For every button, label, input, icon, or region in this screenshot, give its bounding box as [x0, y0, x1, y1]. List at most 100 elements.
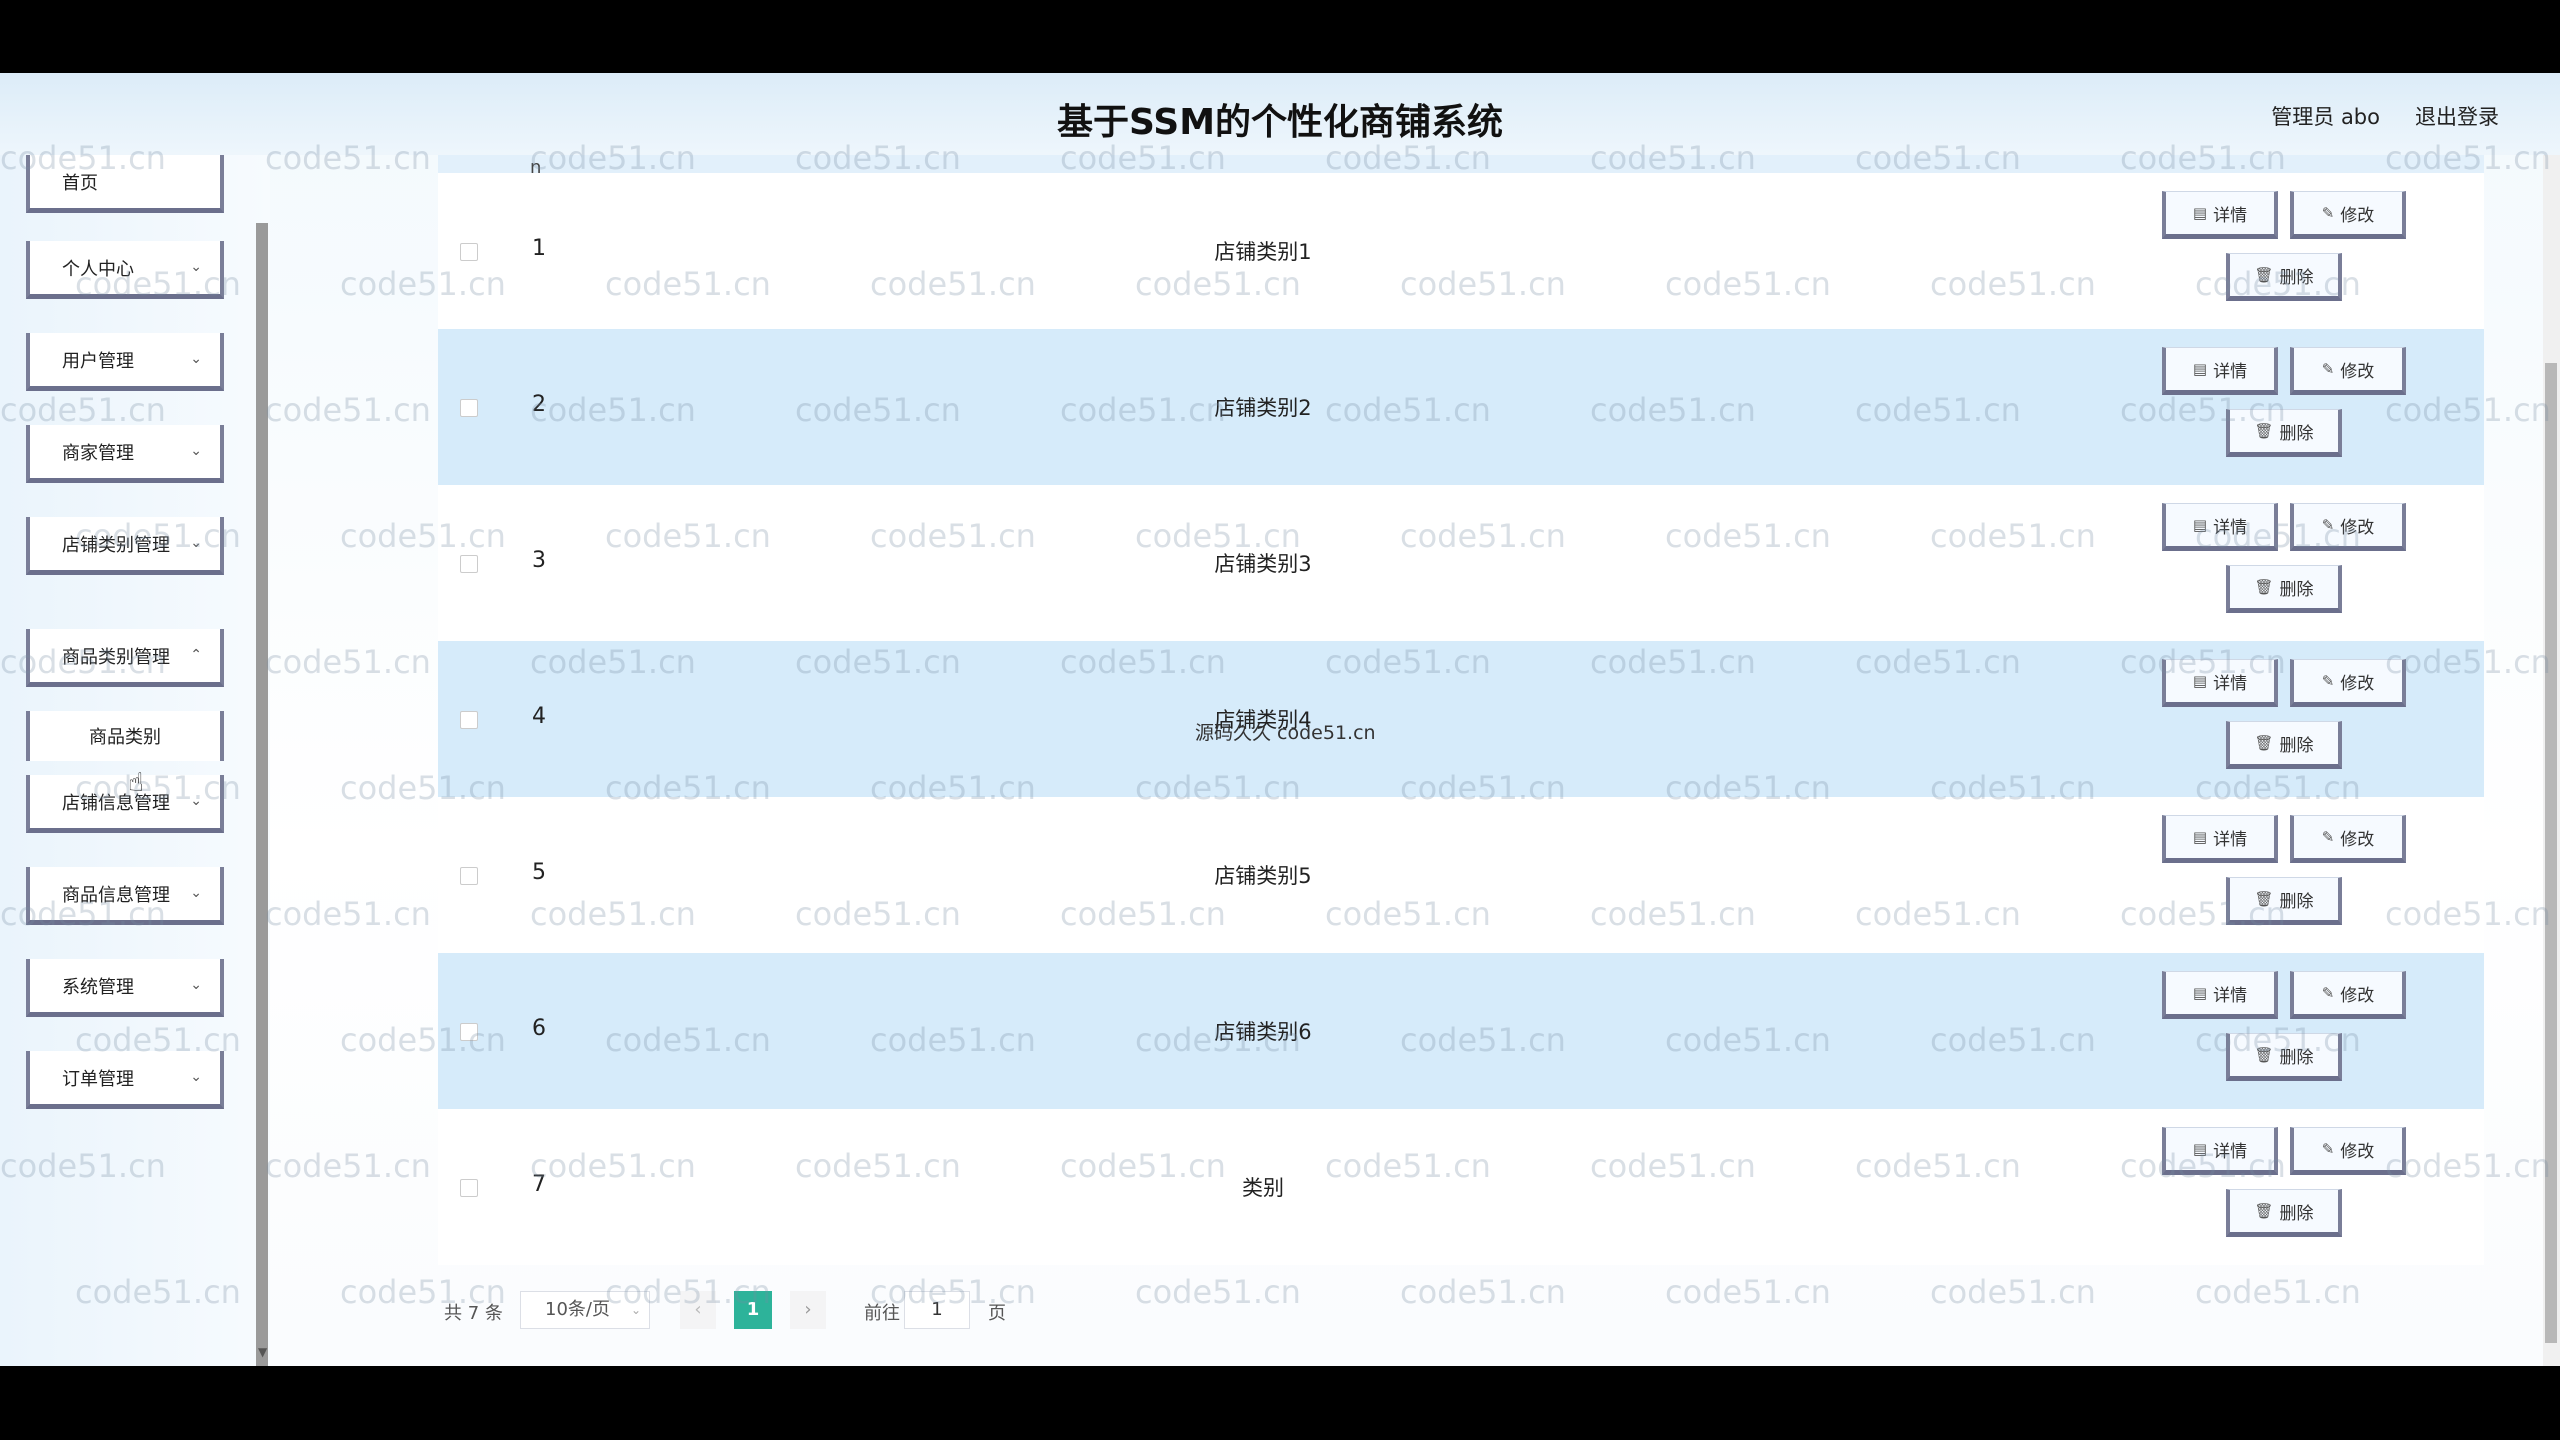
chevron-down-icon: ⌄	[190, 535, 202, 551]
watermark-text: code51.cn	[1665, 1273, 1831, 1311]
row-checkbox[interactable]	[460, 399, 478, 417]
button-label: 详情	[2213, 361, 2248, 382]
table-row: 2 店铺类别2 ▤ 详情 ✎ 修改 🗑 删除	[438, 329, 2484, 485]
page-number-current[interactable]: 1	[734, 1291, 772, 1329]
pencil-icon: ✎	[2321, 204, 2335, 222]
button-label: 详情	[2213, 1141, 2248, 1162]
button-label: 详情	[2213, 985, 2248, 1006]
document-icon: ▤	[2192, 204, 2208, 222]
detail-button[interactable]: ▤ 详情	[2162, 503, 2278, 551]
watermark-text: code51.cn	[1400, 1273, 1566, 1311]
main-scrollbar-thumb[interactable]	[2545, 363, 2557, 1343]
document-icon: ▤	[2192, 516, 2208, 534]
row-checkbox[interactable]	[460, 867, 478, 885]
row-index: 1	[532, 236, 546, 261]
delete-button[interactable]: 🗑 删除	[2226, 253, 2342, 301]
sidebar-item-goods-info[interactable]: 商品信息管理 ⌄	[26, 867, 224, 925]
hand-cursor-icon: ☝	[128, 768, 144, 798]
sidebar-item-orders[interactable]: 订单管理 ⌄	[26, 1051, 224, 1109]
delete-button[interactable]: 🗑 删除	[2226, 1189, 2342, 1237]
pencil-icon: ✎	[2321, 672, 2335, 690]
edit-button[interactable]: ✎ 修改	[2290, 191, 2406, 239]
button-label: 删除	[2279, 735, 2314, 756]
row-checkbox[interactable]	[460, 1023, 478, 1041]
sidebar-item-shop-info[interactable]: 店铺信息管理 ⌄	[26, 775, 224, 833]
row-checkbox[interactable]	[460, 243, 478, 261]
sidebar-item-profile[interactable]: 个人中心 ⌄	[26, 241, 224, 299]
detail-button[interactable]: ▤ 详情	[2162, 347, 2278, 395]
edit-button[interactable]: ✎ 修改	[2290, 503, 2406, 551]
edit-button[interactable]: ✎ 修改	[2290, 815, 2406, 863]
next-page-button[interactable]: ›	[790, 1291, 826, 1329]
watermark-text: code51.cn	[265, 895, 431, 933]
goto-unit-label: 页	[988, 1303, 1006, 1324]
sidebar-item-label: 商家管理	[62, 442, 134, 464]
row-checkbox[interactable]	[460, 711, 478, 729]
edit-button[interactable]: ✎ 修改	[2290, 659, 2406, 707]
chevron-down-icon: ⌄	[190, 793, 202, 809]
chevron-down-icon: ⌄	[190, 1069, 202, 1085]
edit-button[interactable]: ✎ 修改	[2290, 1127, 2406, 1175]
chevron-right-icon: ›	[804, 1299, 812, 1320]
row-name: 店铺类别3	[1214, 552, 1312, 576]
detail-button[interactable]: ▤ 详情	[2162, 659, 2278, 707]
chevron-down-icon: ⌄	[190, 259, 202, 275]
sidebar-item-users[interactable]: 用户管理 ⌄	[26, 333, 224, 391]
delete-button[interactable]: 🗑 删除	[2226, 721, 2342, 769]
page-size-value: 10条/页	[545, 1299, 610, 1320]
goto-page-input[interactable]: 1	[904, 1291, 970, 1329]
app-header: 基于SSM的个性化商铺系统 管理员 abo 退出登录	[0, 73, 2560, 155]
document-icon: ▤	[2192, 360, 2208, 378]
document-icon: ▤	[2192, 672, 2208, 690]
button-label: 修改	[2340, 673, 2375, 694]
watermark-text: code51.cn	[1930, 1273, 2096, 1311]
delete-button[interactable]: 🗑 删除	[2226, 1033, 2342, 1081]
detail-button[interactable]: ▤ 详情	[2162, 1127, 2278, 1175]
delete-button[interactable]: 🗑 删除	[2226, 877, 2342, 925]
chevron-down-icon: ⌄	[190, 885, 202, 901]
button-label: 删除	[2279, 1203, 2314, 1224]
goto-label: 前往	[864, 1303, 900, 1324]
trash-icon: 🗑	[2254, 266, 2274, 284]
button-label: 详情	[2213, 205, 2248, 226]
page-title: 基于SSM的个性化商铺系统	[1056, 102, 1504, 143]
overlay-watermark-text: 源码久久 code51.cn	[1195, 722, 1376, 744]
chevron-down-icon: ⌄	[190, 351, 202, 367]
sidebar-item-label: 店铺类别管理	[62, 534, 170, 556]
detail-button[interactable]: ▤ 详情	[2162, 191, 2278, 239]
row-checkbox[interactable]	[460, 555, 478, 573]
detail-button[interactable]: ▤ 详情	[2162, 815, 2278, 863]
button-label: 删除	[2279, 267, 2314, 288]
sidebar-item-merchants[interactable]: 商家管理 ⌄	[26, 425, 224, 483]
watermark-text: code51.cn	[1135, 1273, 1301, 1311]
edit-button[interactable]: ✎ 修改	[2290, 347, 2406, 395]
pencil-icon: ✎	[2321, 1140, 2335, 1158]
watermark-text: code51.cn	[2195, 1273, 2361, 1311]
app-screen: 基于SSM的个性化商铺系统 管理员 abo 退出登录 首页 个人中心 ⌄ 用户管…	[0, 73, 2560, 1366]
prev-page-button[interactable]: ‹	[680, 1291, 716, 1329]
row-name: 店铺类别5	[1214, 864, 1312, 888]
delete-button[interactable]: 🗑 删除	[2226, 565, 2342, 613]
sidebar-item-shop-category[interactable]: 店铺类别管理 ⌄	[26, 517, 224, 575]
button-label: 删除	[2279, 423, 2314, 444]
sidebar-item-label: 系统管理	[62, 976, 134, 998]
button-label: 删除	[2279, 891, 2314, 912]
delete-button[interactable]: 🗑 删除	[2226, 409, 2342, 457]
logout-link[interactable]: 退出登录	[2415, 101, 2499, 131]
trash-icon: 🗑	[2254, 734, 2274, 752]
scroll-down-arrow-icon[interactable]: ▼	[258, 1345, 267, 1359]
page-size-select[interactable]: 10条/页 ⌄	[520, 1291, 650, 1329]
sidebar-item-system[interactable]: 系统管理 ⌄	[26, 959, 224, 1017]
sidebar-subitem-goods-category[interactable]: 商品类别	[26, 711, 224, 761]
button-label: 详情	[2213, 517, 2248, 538]
pencil-icon: ✎	[2321, 984, 2335, 1002]
detail-button[interactable]: ▤ 详情	[2162, 971, 2278, 1019]
pencil-icon: ✎	[2321, 828, 2335, 846]
sidebar-item-goods-category[interactable]: 商品类别管理 ⌃	[26, 629, 224, 687]
row-checkbox[interactable]	[460, 1179, 478, 1197]
edit-button[interactable]: ✎ 修改	[2290, 971, 2406, 1019]
trash-icon: 🗑	[2254, 578, 2274, 596]
document-icon: ▤	[2192, 984, 2208, 1002]
sidebar-scrollbar[interactable]	[256, 223, 268, 1366]
sidebar-item-home[interactable]: 首页	[26, 155, 224, 213]
